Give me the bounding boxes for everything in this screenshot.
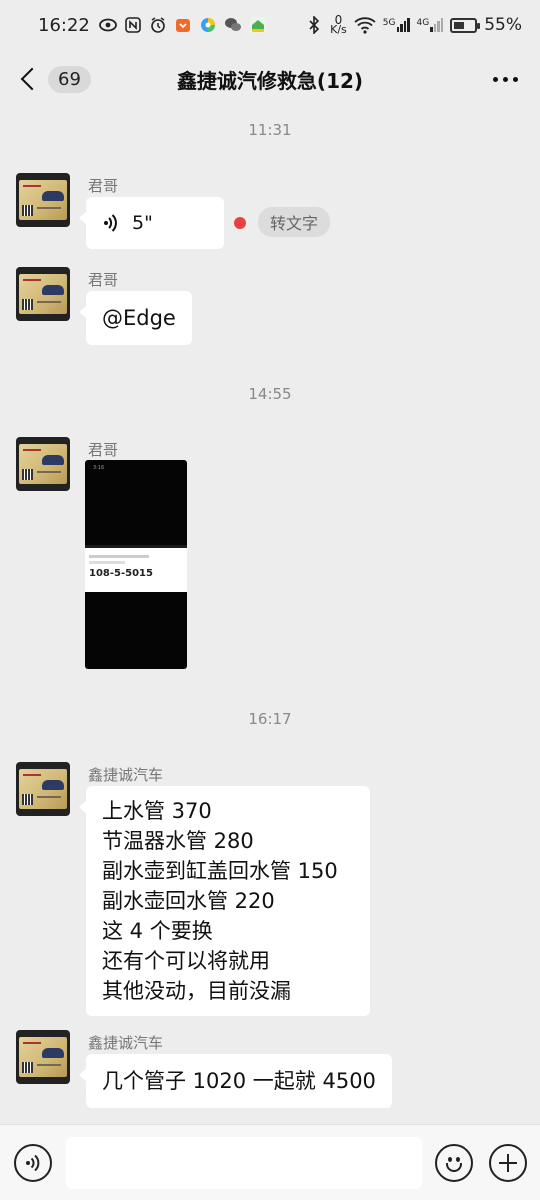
image-contact-card: 108-5-5015 bbox=[85, 548, 187, 592]
shopping-icon bbox=[174, 16, 192, 34]
eye-icon bbox=[98, 16, 117, 34]
battery-percent: 55% bbox=[484, 15, 522, 35]
text-message-bubble[interactable]: 上水管 370 节温器水管 280 副水壶到缸盖回水管 150 副水壶回水管 2… bbox=[79, 786, 370, 1016]
back-button[interactable]: 69 bbox=[16, 65, 91, 93]
convert-to-text-button[interactable]: 转文字 bbox=[258, 207, 331, 237]
alarm-icon bbox=[149, 16, 167, 34]
bluetooth-icon bbox=[305, 16, 323, 34]
timestamp: 16:17 bbox=[248, 710, 292, 728]
image-phone-number: 108-5-5015 bbox=[89, 568, 153, 579]
message-row: 君哥 5" 转文字 bbox=[16, 173, 524, 253]
message-input[interactable] bbox=[66, 1137, 422, 1189]
nfc-icon bbox=[124, 16, 142, 34]
message-line: 节温器水管 280 bbox=[102, 829, 254, 853]
message-line: 其他没动，目前没漏 bbox=[102, 979, 291, 1003]
more-options-button[interactable] bbox=[487, 67, 524, 92]
message-line: 上水管 370 bbox=[102, 799, 212, 823]
message-line: 副水壶到缸盖回水管 150 bbox=[102, 859, 338, 883]
sender-name: 君哥 bbox=[88, 177, 119, 195]
chat-area[interactable]: 11:31 君哥 5" 转文字 君哥 @Edge 14:55 君哥 3:16 1… bbox=[0, 108, 540, 1124]
unread-count-badge: 69 bbox=[48, 65, 91, 93]
emoji-icon bbox=[437, 1146, 471, 1180]
message-row: 鑫捷诚汽车 几个管子 1020 一起就 4500 bbox=[16, 1030, 524, 1114]
emoji-button[interactable] bbox=[435, 1144, 473, 1182]
input-bar bbox=[0, 1124, 540, 1200]
message-line: 还有个可以将就用 bbox=[102, 949, 270, 973]
unread-dot bbox=[234, 217, 246, 229]
wechat-icon bbox=[224, 16, 242, 34]
message-line: 副水壶回水管 220 bbox=[102, 889, 275, 913]
chat-header: 69 鑫捷诚汽修救急(12) bbox=[0, 50, 540, 108]
chevron-left-icon bbox=[20, 67, 44, 91]
avatar[interactable] bbox=[16, 267, 70, 321]
avatar[interactable] bbox=[16, 1030, 70, 1084]
message-line: 这 4 个要换 bbox=[102, 919, 213, 943]
signal-icon: 5G bbox=[383, 18, 410, 32]
sender-name: 鑫捷诚汽车 bbox=[88, 766, 164, 784]
plus-icon bbox=[499, 1154, 517, 1172]
voice-message-bubble[interactable]: 5" bbox=[79, 197, 224, 249]
message-text: @Edge bbox=[102, 306, 176, 330]
voice-duration: 5" bbox=[132, 212, 153, 234]
status-time: 16:22 bbox=[38, 14, 90, 36]
voice-input-icon bbox=[26, 1154, 40, 1172]
more-functions-button[interactable] bbox=[489, 1144, 527, 1182]
timestamp: 14:55 bbox=[248, 385, 292, 403]
message-row: 君哥 3:16 108-5-5015 bbox=[16, 437, 524, 677]
avatar[interactable] bbox=[16, 762, 70, 816]
avatar[interactable] bbox=[16, 173, 70, 227]
text-message-bubble[interactable]: @Edge bbox=[79, 291, 192, 345]
timestamp: 11:31 bbox=[248, 121, 292, 139]
voice-wave-icon bbox=[102, 212, 120, 234]
more-dot-icon bbox=[493, 76, 498, 82]
network-speed: 0 K/s bbox=[330, 14, 347, 36]
signal-icon: 4G bbox=[417, 18, 444, 32]
status-bar: 16:22 0 K/s 5G 4G 55% bbox=[0, 0, 540, 50]
sender-name: 鑫捷诚汽车 bbox=[88, 1034, 164, 1052]
browser-icon bbox=[199, 16, 217, 34]
home-app-icon bbox=[249, 16, 267, 34]
message-row: 鑫捷诚汽车 上水管 370 节温器水管 280 副水壶到缸盖回水管 150 副水… bbox=[16, 762, 524, 1016]
sender-name: 君哥 bbox=[88, 271, 119, 289]
signal-4g-label: 4G bbox=[416, 18, 430, 28]
image-message[interactable]: 3:16 108-5-5015 bbox=[85, 460, 187, 669]
message-text: 几个管子 1020 一起就 4500 bbox=[102, 1069, 376, 1093]
network-speed-unit: K/s bbox=[330, 23, 347, 36]
sender-name: 君哥 bbox=[88, 441, 119, 459]
signal-5g-label: 5G bbox=[382, 18, 396, 28]
avatar[interactable] bbox=[16, 437, 70, 491]
text-message-bubble[interactable]: 几个管子 1020 一起就 4500 bbox=[79, 1054, 392, 1108]
image-status-time: 3:16 bbox=[93, 465, 105, 471]
message-row: 君哥 @Edge bbox=[16, 267, 524, 347]
battery-icon bbox=[450, 17, 481, 33]
voice-input-button[interactable] bbox=[14, 1144, 52, 1182]
wifi-icon bbox=[354, 16, 376, 34]
